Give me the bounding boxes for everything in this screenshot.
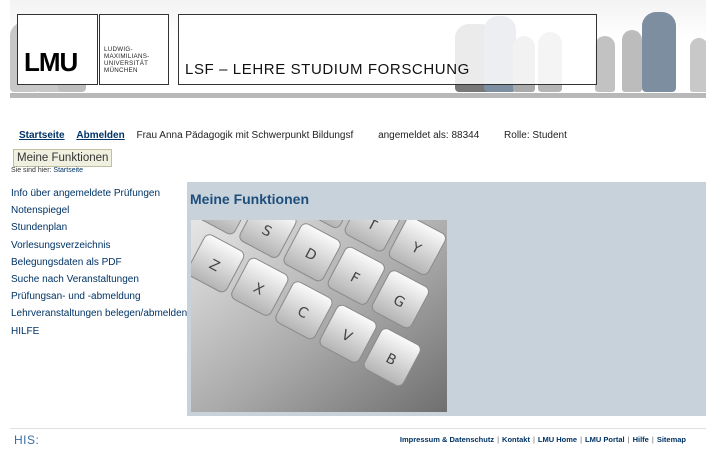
- system-title-box: LSF – LEHRE STUDIUM FORSCHUNG: [178, 14, 597, 85]
- footer-link-lmu-home[interactable]: LMU Home: [538, 435, 577, 444]
- footer-link-lmu-portal[interactable]: LMU Portal: [585, 435, 625, 444]
- user-role: Rolle: Student: [504, 130, 567, 141]
- footer-link-sitemap[interactable]: Sitemap: [657, 435, 686, 444]
- footer-links: Impressum & Datenschutz | Kontakt | LMU Home…: [400, 435, 686, 444]
- sidebar-item-grades[interactable]: Notenspiegel: [11, 202, 191, 219]
- footer-separator: |: [532, 435, 535, 444]
- university-name: LUDWIG- MAXIMILIANS- UNIVERSITÄT MÜNCHEN: [99, 14, 169, 85]
- footer-link-imprint[interactable]: Impressum & Datenschutz: [400, 435, 494, 444]
- login-info: angemeldet als: 88344: [378, 130, 480, 141]
- logout-link[interactable]: Abmelden: [76, 130, 124, 141]
- sidebar-item-course-search[interactable]: Suche nach Veranstaltungen: [11, 271, 191, 288]
- breadcrumb: Sie sind hier: Startseite: [11, 167, 83, 174]
- university-line: MAXIMILIANS-: [104, 53, 150, 60]
- page-footer: HIS: Impressum & Datenschutz | Kontakt | LMU…: [10, 428, 706, 450]
- keyboard-illustration: ASDFGZXCVBERTY: [191, 220, 447, 412]
- main-content: Meine Funktionen ASDFGZXCVBERTY: [187, 182, 706, 416]
- home-link[interactable]: Startseite: [19, 130, 65, 141]
- logo-text: LMU: [24, 47, 78, 77]
- header-bar: [10, 93, 706, 98]
- university-line: MÜNCHEN: [104, 67, 138, 74]
- sidebar-item-course-catalog[interactable]: Vorlesungsverzeichnis: [11, 237, 191, 254]
- his-logo: HIS:: [14, 433, 40, 447]
- footer-separator: |: [580, 435, 583, 444]
- footer-separator: |: [651, 435, 654, 444]
- my-functions-button[interactable]: Meine Funktionen: [13, 149, 113, 167]
- sidebar-item-help[interactable]: HILFE: [11, 323, 191, 340]
- sidebar-item-timetable[interactable]: Stundenplan: [11, 219, 191, 236]
- system-title: LSF – LEHRE STUDIUM FORSCHUNG: [185, 61, 470, 78]
- breadcrumb-prefix: Sie sind hier:: [11, 167, 52, 174]
- footer-link-contact[interactable]: Kontakt: [502, 435, 530, 444]
- keyboard-image: ASDFGZXCVBERTY: [191, 220, 447, 412]
- user-name: Frau Anna Pädagogik mit Schwerpunkt Bild…: [136, 130, 354, 141]
- sidebar-item-exam-info[interactable]: Info über angemeldete Prüfungen: [11, 185, 191, 202]
- university-line: UNIVERSITÄT: [104, 60, 149, 67]
- university-line: LUDWIG-: [104, 46, 133, 53]
- user-nav-bar: Startseite Abmelden Frau Anna Pädagogik …: [19, 130, 567, 141]
- page-header: LMU LUDWIG- MAXIMILIANS- UNIVERSITÄT MÜN…: [10, 0, 706, 98]
- page-title: Meine Funktionen: [190, 191, 309, 207]
- breadcrumb-current[interactable]: Startseite: [53, 167, 83, 174]
- sidebar-item-course-registration[interactable]: Lehrveranstaltungen belegen/abmelden: [11, 305, 191, 322]
- sidebar-item-exam-registration[interactable]: Prüfungsan- und -abmeldung: [11, 288, 191, 305]
- footer-separator: |: [497, 435, 500, 444]
- lmu-logo: LMU: [17, 14, 98, 85]
- footer-separator: |: [627, 435, 630, 444]
- footer-link-help[interactable]: Hilfe: [633, 435, 649, 444]
- sidebar-item-enrollment-pdf[interactable]: Belegungsdaten als PDF: [11, 254, 191, 271]
- sidebar-menu: Info über angemeldete Prüfungen Notenspi…: [11, 185, 191, 340]
